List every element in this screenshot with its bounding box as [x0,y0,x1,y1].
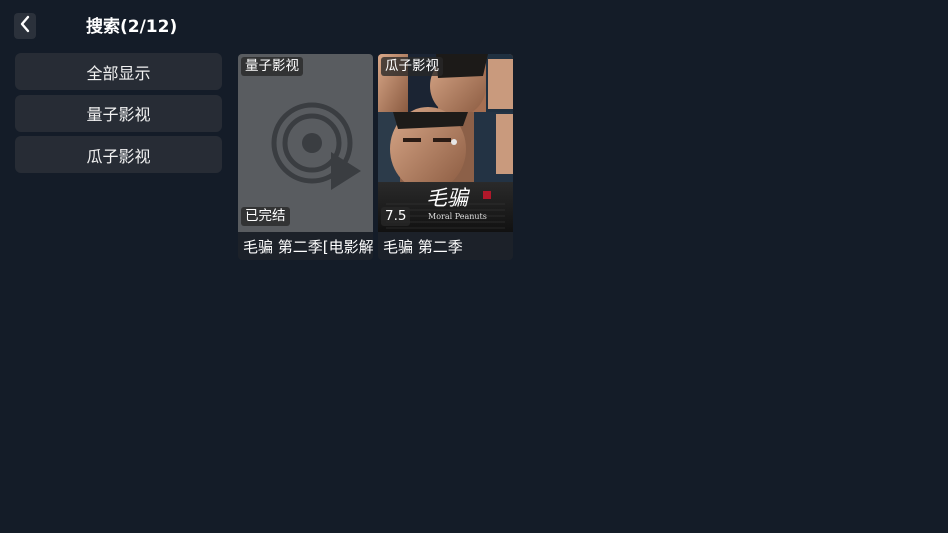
rating-badge: 7.5 [381,207,411,226]
filter-guazi[interactable]: 瓜子影视 [15,136,222,173]
status-badge: 已完结 [241,207,290,226]
chevron-left-icon [19,15,31,37]
poster-title-text: 毛骗 [426,186,468,210]
filter-all[interactable]: 全部显示 [15,53,222,90]
poster-placeholder [238,54,373,232]
source-filter-list: 全部显示 量子影视 瓜子影视 [15,53,222,178]
result-title: 毛骗 第二季[电影解 [243,238,373,256]
result-card[interactable]: 毛骗 Moral Peanuts 瓜子影视 7.5 毛骗 第二季 [378,54,513,260]
result-title: 毛骗 第二季 [383,238,463,256]
page-title: 搜索(2/12) [86,17,178,37]
play-disc-icon [271,102,361,190]
poster-subtitle-text: Moral Peanuts [428,212,487,221]
source-label: 量子影视 [241,57,303,76]
back-button[interactable] [14,13,36,39]
filter-liangzi[interactable]: 量子影视 [15,94,222,132]
result-card[interactable]: 量子影视 已完结 毛骗 第二季[电影解 [238,54,373,260]
poster-image: 毛骗 Moral Peanuts [378,54,513,232]
source-label: 瓜子影视 [381,57,443,76]
